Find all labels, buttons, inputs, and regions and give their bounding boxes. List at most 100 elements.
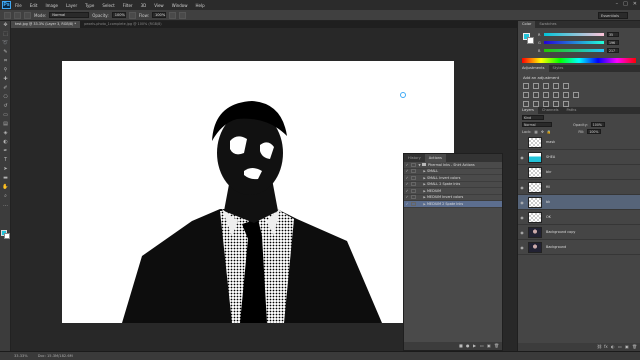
visibility-eye-icon[interactable]: ◉ xyxy=(518,230,526,235)
black-white-icon[interactable] xyxy=(543,92,549,98)
maximize-icon[interactable]: □ xyxy=(623,1,628,7)
slider-r[interactable]: R 35 xyxy=(538,32,619,37)
play-icon[interactable]: ▶ xyxy=(473,344,477,348)
pressure-opacity-button[interactable] xyxy=(128,11,136,19)
tab-swatches[interactable]: Swatches xyxy=(535,21,560,28)
slider-g[interactable]: G 196 xyxy=(538,40,619,45)
blend-mode-select[interactable]: Normal xyxy=(522,122,552,127)
color-spectrum-ramp[interactable] xyxy=(522,58,636,63)
tab-adjustments[interactable]: Adjustments xyxy=(518,65,549,72)
stamp-tool-icon[interactable]: ⎔ xyxy=(2,94,9,101)
pressure-size-button[interactable] xyxy=(178,11,186,19)
dialog-toggle-icon[interactable] xyxy=(411,195,416,200)
visibility-eye-icon[interactable]: ◉ xyxy=(518,245,526,250)
shape-tool-icon[interactable]: ▬ xyxy=(2,175,9,182)
tab-paths[interactable]: Paths xyxy=(563,107,581,114)
action-row-selected[interactable]: ✓ ▶ MEDIUM 2 Spate Inks xyxy=(404,201,502,208)
layer-row[interactable]: bkr xyxy=(518,165,640,180)
tab-pexels-photo[interactable]: pexels-photo_1complete.jpg @ 100% (RGB/8… xyxy=(80,21,165,28)
workspace-select[interactable]: Essentials xyxy=(598,12,628,19)
exposure-icon[interactable] xyxy=(553,83,559,89)
menu-window[interactable]: Window xyxy=(168,3,192,8)
history-brush-tool-icon[interactable]: ↺ xyxy=(2,103,9,110)
zoom-level[interactable]: 33.33% xyxy=(14,354,28,358)
lasso-tool-icon[interactable]: ➰ xyxy=(2,40,9,47)
color-balance-icon[interactable] xyxy=(533,92,539,98)
visibility-eye-icon[interactable]: ◉ xyxy=(518,155,526,160)
vibrance-icon[interactable] xyxy=(563,83,569,89)
menu-view[interactable]: View xyxy=(150,3,168,8)
path-select-tool-icon[interactable]: ➤ xyxy=(2,166,9,173)
minimize-icon[interactable]: – xyxy=(616,1,619,7)
type-tool-icon[interactable]: T xyxy=(2,157,9,164)
record-icon[interactable]: ● xyxy=(466,344,470,348)
link-layers-icon[interactable]: ⛓ xyxy=(597,345,602,349)
gradient-map-icon[interactable] xyxy=(553,101,559,107)
invert-icon[interactable] xyxy=(523,101,529,107)
crop-tool-icon[interactable]: ⌗ xyxy=(2,58,9,65)
tab-styles[interactable]: Styles xyxy=(549,65,568,72)
airbrush-button[interactable] xyxy=(168,11,176,19)
stop-icon[interactable]: ■ xyxy=(459,344,463,348)
blur-tool-icon[interactable]: ◈ xyxy=(2,130,9,137)
menu-filter[interactable]: Filter xyxy=(119,3,137,8)
brush-panel-toggle[interactable] xyxy=(24,11,31,19)
background-color-swatch[interactable] xyxy=(4,233,10,239)
lock-position-icon[interactable]: ✥ xyxy=(541,130,544,134)
quick-select-tool-icon[interactable]: ✎ xyxy=(2,49,9,56)
flow-field[interactable]: 100% xyxy=(151,12,166,18)
slider-b[interactable]: B 217 xyxy=(538,48,619,53)
check-icon[interactable]: ✓ xyxy=(404,189,410,193)
layer-row[interactable]: ◉ fill xyxy=(518,180,640,195)
adjustment-layer-icon[interactable]: ◐ xyxy=(611,345,615,349)
zoom-tool-icon[interactable]: ⌕ xyxy=(2,193,9,200)
channel-mixer-icon[interactable] xyxy=(563,92,569,98)
visibility-eye-icon[interactable]: ◉ xyxy=(518,200,526,205)
delete-layer-icon[interactable]: 🗑 xyxy=(632,345,637,349)
posterize-icon[interactable] xyxy=(533,101,539,107)
menu-image[interactable]: Image xyxy=(41,3,62,8)
layer-row[interactable]: mask xyxy=(518,135,640,150)
new-layer-icon[interactable]: ▣ xyxy=(625,345,629,349)
dialog-toggle-icon[interactable] xyxy=(411,162,416,167)
layer-opacity-field[interactable]: 100% xyxy=(590,122,605,127)
lock-all-icon[interactable]: 🔒 xyxy=(547,130,551,134)
trash-icon[interactable]: 🗑 xyxy=(494,344,499,348)
eraser-tool-icon[interactable]: ▭ xyxy=(2,112,9,119)
dodge-tool-icon[interactable]: ◐ xyxy=(2,139,9,146)
pen-tool-icon[interactable]: ✒ xyxy=(2,148,9,155)
layer-row[interactable]: ◉ Background xyxy=(518,240,640,255)
new-action-icon[interactable]: ▣ xyxy=(487,344,491,348)
hue-saturation-icon[interactable] xyxy=(523,92,529,98)
check-icon[interactable]: ✓ xyxy=(404,163,410,167)
eyedropper-tool-icon[interactable]: ⚲ xyxy=(2,67,9,74)
layer-fill-field[interactable]: 100% xyxy=(587,129,602,134)
levels-icon[interactable] xyxy=(533,83,539,89)
gradient-tool-icon[interactable]: ▤ xyxy=(2,121,9,128)
photo-filter-icon[interactable] xyxy=(553,92,559,98)
check-icon[interactable]: ✓ xyxy=(404,195,410,199)
menu-edit[interactable]: Edit xyxy=(26,3,42,8)
check-icon[interactable]: ✓ xyxy=(404,182,410,186)
mode-select[interactable]: Normal xyxy=(49,12,90,18)
tab-channels[interactable]: Channels xyxy=(538,107,563,114)
brightness-icon[interactable] xyxy=(523,83,529,89)
curves-icon[interactable] xyxy=(543,83,549,89)
selective-color-icon[interactable] xyxy=(563,101,569,107)
tab-color[interactable]: Color xyxy=(518,21,536,28)
check-icon[interactable]: ✓ xyxy=(404,169,410,173)
layer-row[interactable]: ◉ Background copy xyxy=(518,225,640,240)
dialog-toggle-icon[interactable] xyxy=(411,201,416,206)
more-tools-icon[interactable]: … xyxy=(2,202,9,209)
menu-layer[interactable]: Layer xyxy=(62,3,81,8)
brush-tool-icon[interactable]: ✐ xyxy=(2,85,9,92)
move-tool-icon[interactable]: ✥ xyxy=(2,22,9,29)
dialog-toggle-icon[interactable] xyxy=(411,188,416,193)
layer-row-selected[interactable]: ◉ bk xyxy=(518,195,640,210)
visibility-eye-icon[interactable]: ◉ xyxy=(518,215,526,220)
layer-style-icon[interactable]: fx xyxy=(604,345,608,349)
dialog-toggle-icon[interactable] xyxy=(411,175,416,180)
menu-select[interactable]: Select xyxy=(98,3,118,8)
tool-preset-picker[interactable] xyxy=(4,11,11,19)
layer-row[interactable]: ◉ OK xyxy=(518,210,640,225)
